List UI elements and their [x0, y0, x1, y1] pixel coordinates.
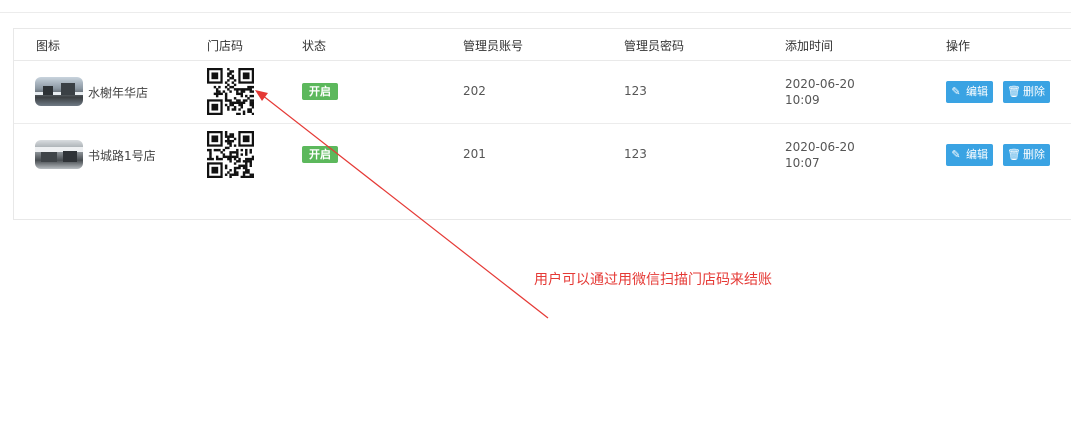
annotation-arrow: [255, 90, 549, 319]
annotation-text: 用户可以通过用微信扫描门店码来结账: [534, 272, 772, 288]
